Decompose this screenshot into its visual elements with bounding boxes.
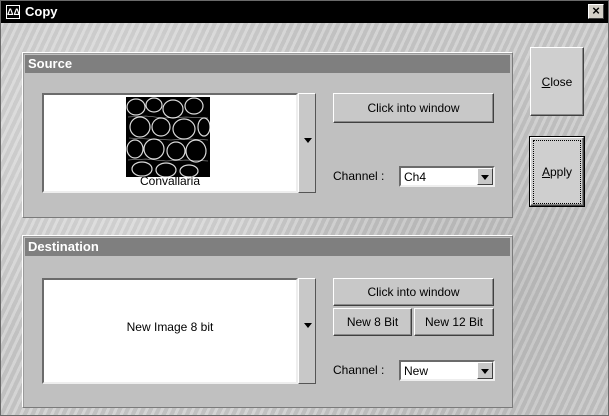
close-window-button[interactable]: × [588, 4, 604, 19]
close-button-label: Close [541, 74, 573, 89]
source-channel-value: Ch4 [404, 170, 427, 184]
window-title: Copy [25, 4, 58, 19]
new-8bit-button[interactable]: New 8 Bit [333, 308, 412, 336]
source-channel-dropdown-arrow[interactable] [477, 168, 493, 185]
destination-image-dropdown-button[interactable] [298, 278, 316, 384]
destination-panel: Destination New Image 8 bit Click into w… [22, 235, 513, 408]
destination-channel-value: New [404, 364, 429, 378]
destination-channel-select[interactable]: New [399, 360, 495, 381]
source-image-preview[interactable]: Convallaria [42, 93, 298, 193]
destination-image-preview[interactable]: New Image 8 bit [42, 278, 298, 384]
apply-button[interactable]: Apply [529, 136, 585, 207]
source-channel-select[interactable]: Ch4 [399, 166, 495, 187]
chevron-down-icon [481, 175, 489, 180]
convallaria-thumbnail [126, 97, 210, 177]
chevron-down-icon [304, 323, 312, 328]
apply-button-label: Apply [532, 139, 582, 204]
copy-dialog: ΔΔ Copy × Source Convallaria Click into … [0, 0, 609, 416]
title-bar[interactable]: ΔΔ Copy × [1, 1, 608, 23]
destination-channel-dropdown-arrow[interactable] [477, 362, 493, 379]
app-icon: ΔΔ [6, 5, 20, 19]
destination-channel-label: Channel : [333, 363, 385, 377]
dialog-body: Source Convallaria Click into window Cha… [1, 23, 608, 415]
destination-click-into-window-button[interactable]: Click into window [333, 278, 494, 306]
chevron-down-icon [304, 138, 312, 143]
source-image-caption: Convallaria [139, 174, 201, 188]
new-12bit-button[interactable]: New 12 Bit [414, 308, 494, 336]
source-channel-label: Channel : [333, 169, 385, 183]
source-image-dropdown-button[interactable] [298, 93, 316, 193]
source-click-into-window-button[interactable]: Click into window [333, 93, 494, 123]
destination-image-caption: New Image 8 bit [126, 320, 214, 334]
chevron-down-icon [481, 369, 489, 374]
convallaria-cells-image [126, 97, 210, 177]
destination-header: Destination [25, 238, 510, 256]
close-button[interactable]: Close [530, 47, 584, 116]
source-panel: Source Convallaria Click into window Cha… [22, 52, 513, 218]
source-header: Source [25, 55, 510, 73]
